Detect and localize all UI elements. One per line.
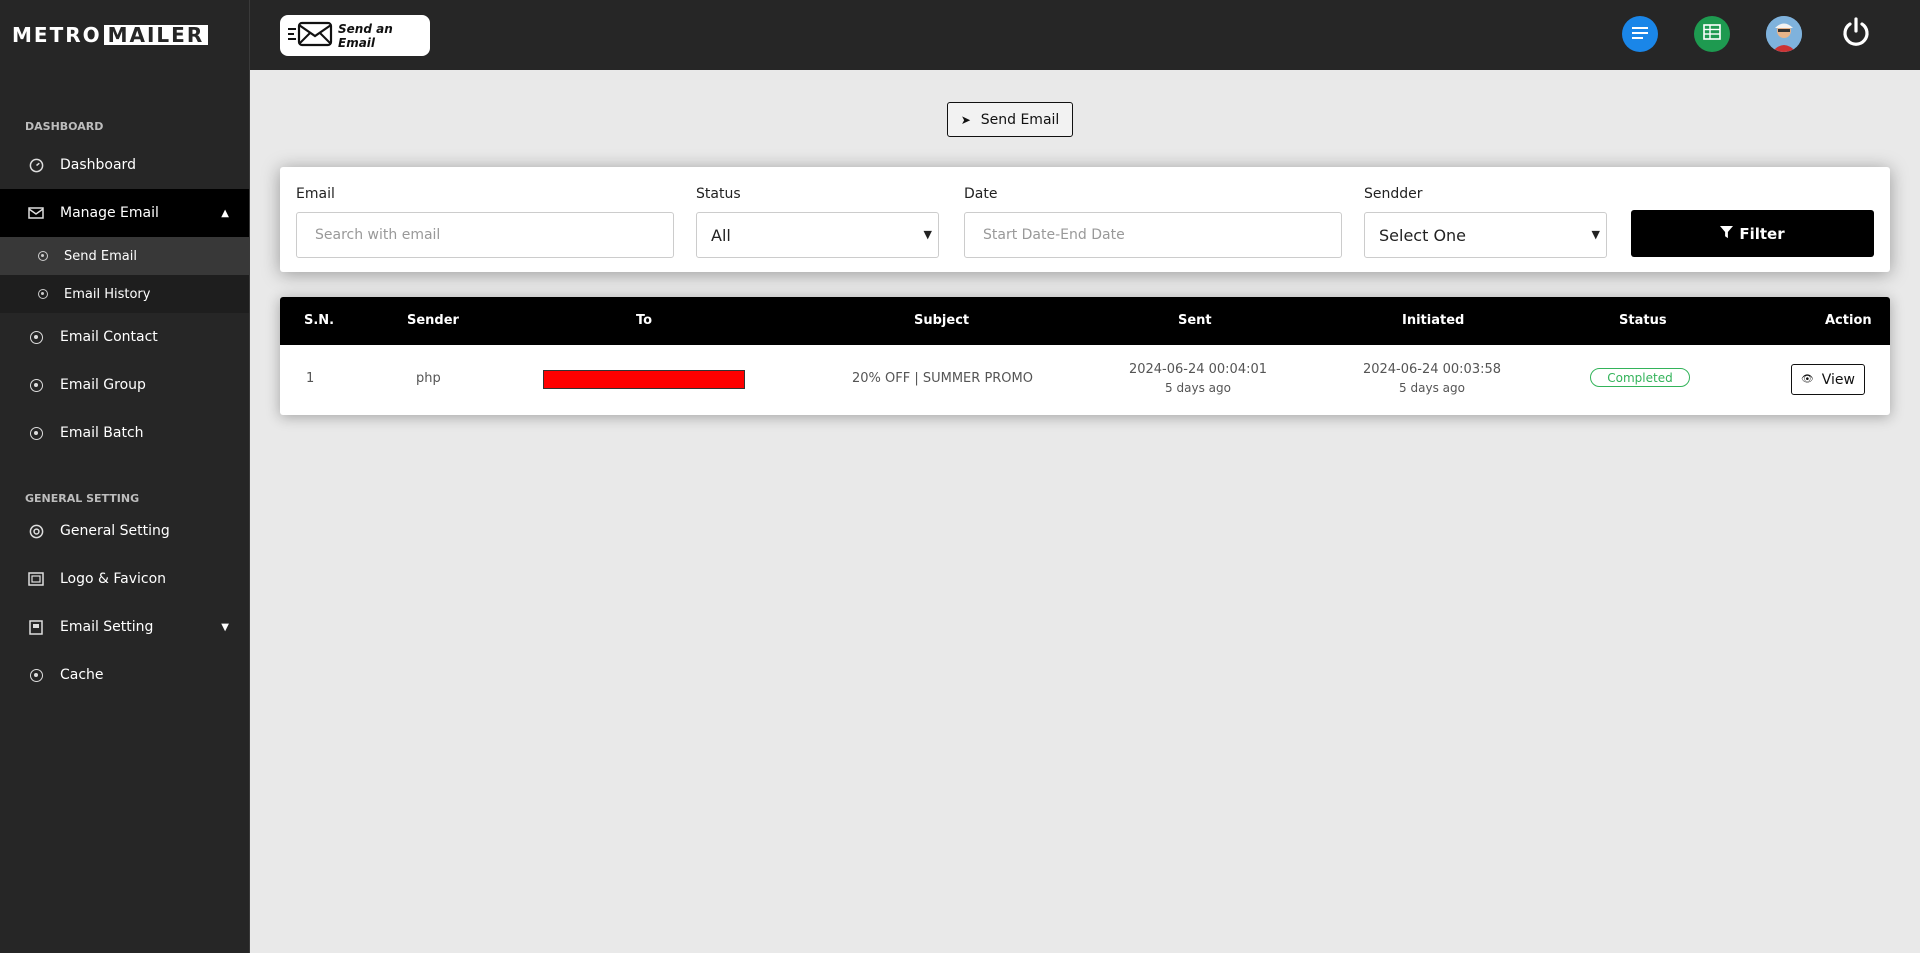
sidebar-item-manage-email[interactable]: Manage Email ▲ (0, 189, 249, 237)
sidebar-item-email-setting[interactable]: Email Setting ▼ (0, 603, 249, 651)
sidebar-subitem-send-email[interactable]: Send Email (0, 237, 249, 275)
email-search-input[interactable]: Search with email (296, 212, 674, 258)
status-select[interactable]: All ▼ (696, 212, 939, 258)
sidebar-item-label: Email Batch (60, 425, 144, 441)
send-email-logo-text: Send an Email (338, 21, 393, 50)
sidebar-item-label: Dashboard (60, 157, 136, 173)
brand-logo[interactable]: METRO MAILER (0, 0, 249, 70)
sidebar: METRO MAILER DASHBOARD Dashboard Manage … (0, 0, 250, 953)
avatar[interactable] (1766, 16, 1802, 52)
sender-select-value: Select One (1379, 225, 1467, 245)
cell-initiated: 2024-06-24 00:03:58 5 days ago (1357, 360, 1507, 398)
sidebar-item-general-setting[interactable]: General Setting (0, 507, 249, 555)
list-icon (1631, 25, 1649, 44)
status-badge: Completed (1590, 368, 1690, 387)
send-email-logo[interactable]: Send an Email (280, 15, 430, 56)
section-title-general-setting: GENERAL SETTING (25, 492, 140, 505)
sidebar-item-label: Logo & Favicon (60, 571, 167, 587)
brand-name-part2: MAILER (103, 25, 209, 45)
status-select-value: All (711, 225, 731, 245)
table-header: S.N. Sender To Subject Sent Initiated St… (280, 297, 1890, 345)
sent-datetime: 2024-06-24 00:04:01 (1128, 362, 1268, 377)
view-button-label: View (1821, 371, 1855, 388)
sender-filter-label: Sendder (1364, 186, 1423, 202)
email-table: S.N. Sender To Subject Sent Initiated St… (280, 297, 1890, 415)
circle-dot-icon (29, 668, 43, 682)
column-header-sent: Sent (1178, 313, 1212, 328)
brand-name-part1: METRO (12, 23, 102, 47)
cell-sn: 1 (306, 371, 315, 386)
sidebar-item-cache[interactable]: Cache (0, 651, 249, 699)
image-icon (28, 571, 44, 587)
sidebar-item-email-group[interactable]: Email Group (0, 361, 249, 409)
eye-icon: 👁 (1801, 374, 1814, 385)
sidebar-item-dashboard[interactable]: Dashboard (0, 141, 249, 189)
table-row: 1 php 20% OFF | SUMMER PROMO 2024-06-24 … (280, 345, 1890, 415)
sidebar-item-label: Cache (60, 667, 104, 683)
sidebar-item-label: Email Setting (60, 619, 154, 635)
sidebar-item-label: Email Group (60, 377, 146, 393)
circle-dot-icon (29, 378, 43, 392)
mailbox-icon (28, 205, 44, 221)
spreadsheet-button[interactable] (1694, 16, 1730, 52)
send-email-button-label: Send Email (980, 111, 1060, 128)
column-header-action: Action (1825, 313, 1872, 328)
sidebar-item-email-batch[interactable]: Email Batch (0, 409, 249, 457)
chevron-up-icon: ▲ (221, 207, 229, 219)
column-header-subject: Subject (914, 313, 970, 328)
column-header-sn: S.N. (304, 313, 335, 328)
sidebar-item-label: General Setting (60, 523, 170, 539)
chevron-down-icon: ▼ (1591, 228, 1600, 241)
status-filter-label: Status (696, 186, 741, 202)
redacted-recipient (543, 370, 745, 389)
email-search-placeholder: Search with email (315, 227, 441, 243)
cell-sender: php (416, 371, 441, 386)
date-filter-label: Date (964, 186, 998, 202)
envelope-icon (286, 19, 334, 53)
power-icon (1840, 16, 1872, 52)
send-arrow-icon: ➤ (960, 112, 971, 127)
filter-button-label: Filter (1739, 224, 1785, 243)
top-bar: Send an Email (250, 0, 1920, 70)
column-header-status: Status (1619, 313, 1667, 328)
sidebar-item-logo-favicon[interactable]: Logo & Favicon (0, 555, 249, 603)
section-title-dashboard: DASHBOARD (25, 120, 104, 133)
power-button[interactable] (1838, 16, 1874, 52)
gauge-icon (28, 157, 44, 173)
sidebar-subitem-label: Send Email (64, 248, 137, 264)
sidebar-item-email-contact[interactable]: Email Contact (0, 313, 249, 361)
send-email-button[interactable]: ➤ Send Email (947, 102, 1073, 137)
circle-dot-icon (38, 289, 48, 299)
chevron-down-icon: ▼ (923, 228, 932, 241)
sent-relative: 5 days ago (1165, 381, 1231, 395)
circle-dot-icon (29, 330, 43, 344)
circle-dot-icon (38, 251, 48, 261)
cell-sent: 2024-06-24 00:04:01 5 days ago (1123, 360, 1273, 398)
settings-icon (28, 523, 44, 539)
column-header-sender: Sender (407, 313, 459, 328)
column-header-initiated: Initiated (1402, 313, 1465, 328)
circle-dot-icon (29, 426, 43, 440)
view-button[interactable]: 👁 View (1791, 364, 1865, 395)
date-range-input[interactable]: Start Date-End Date (964, 212, 1342, 258)
initiated-relative: 5 days ago (1399, 381, 1465, 395)
column-header-to: To (636, 313, 653, 328)
filter-panel: Email Search with email Status All ▼ Dat… (280, 167, 1890, 272)
email-filter-label: Email (296, 186, 335, 202)
envelope-settings-icon (28, 619, 44, 635)
filter-button[interactable]: Filter (1631, 210, 1874, 257)
cell-subject: 20% OFF | SUMMER PROMO (852, 371, 1033, 386)
spreadsheet-icon (1703, 24, 1721, 44)
initiated-datetime: 2024-06-24 00:03:58 (1362, 362, 1502, 377)
sidebar-item-label: Manage Email (60, 205, 159, 221)
chevron-down-icon: ▼ (221, 621, 229, 633)
sidebar-subitem-email-history[interactable]: Email History (0, 275, 249, 313)
list-button[interactable] (1622, 16, 1658, 52)
sidebar-subitem-label: Email History (64, 286, 151, 302)
funnel-icon (1720, 225, 1734, 243)
date-range-placeholder: Start Date-End Date (983, 227, 1125, 243)
sidebar-item-label: Email Contact (60, 329, 158, 345)
sender-select[interactable]: Select One ▼ (1364, 212, 1607, 258)
